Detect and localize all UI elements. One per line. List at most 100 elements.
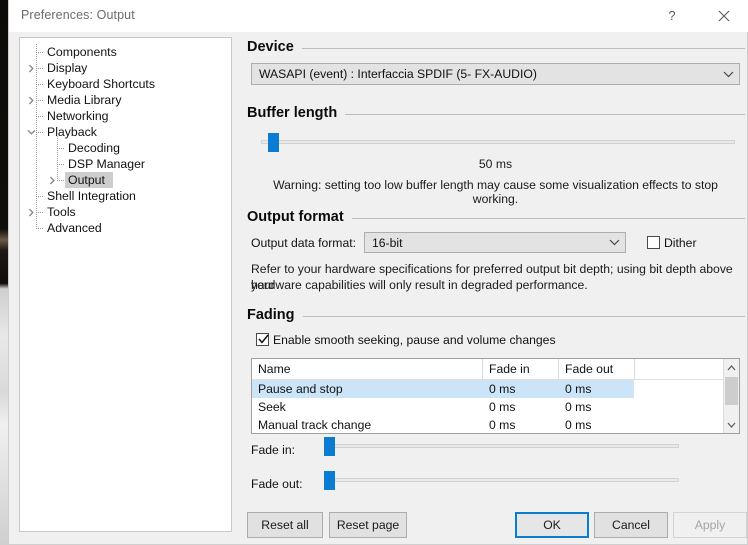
sidebar-item-label: Decoding	[68, 141, 120, 155]
table-scrollbar[interactable]	[723, 359, 739, 433]
sidebar-item-label: Output	[68, 173, 105, 187]
slider-thumb[interactable]	[324, 471, 336, 490]
output-data-format-label: Output data format:	[251, 236, 357, 250]
settings-tree[interactable]: Components Display Keyboard Shortcuts Media…	[19, 37, 232, 532]
output-data-format-select[interactable]: 16-bit	[364, 232, 626, 253]
sidebar-item-display[interactable]: Display	[20, 60, 231, 76]
sidebar-item-label: Playback	[47, 125, 97, 139]
tree-connector-line	[36, 68, 44, 69]
section-rule	[351, 217, 745, 219]
enable-smooth-seeking-checkbox[interactable]	[256, 333, 269, 346]
buffer-section-title: Buffer length	[247, 105, 338, 121]
sidebar-item-shell-integration[interactable]: Shell Integration	[20, 188, 231, 204]
chevron-right-icon[interactable]	[26, 60, 36, 76]
sidebar-item-media-library[interactable]: Media Library	[20, 92, 231, 108]
ok-button[interactable]: OK	[515, 512, 589, 538]
reset-page-button[interactable]: Reset page	[329, 512, 407, 538]
scroll-down-icon[interactable]	[724, 416, 739, 433]
tree-connector-line	[36, 84, 44, 85]
chevron-down-icon[interactable]	[26, 124, 36, 140]
buffer-warning-text: Warning: setting too low buffer length m…	[273, 178, 718, 206]
buffer-length-slider[interactable]	[255, 133, 735, 152]
slider-thumb[interactable]	[324, 437, 336, 456]
slider-track	[325, 444, 679, 448]
sidebar-item-label: DSP Manager	[68, 157, 146, 171]
column-header-fade-out[interactable]: Fade out	[559, 359, 634, 380]
title-bar: Preferences: Output ?	[9, 0, 748, 32]
cancel-button[interactable]: Cancel	[594, 512, 668, 538]
cell-fade-in: 0 ms	[489, 382, 516, 396]
slider-track	[261, 140, 735, 144]
apply-button[interactable]: Apply	[673, 512, 747, 538]
fade-out-slider[interactable]	[319, 471, 679, 490]
help-icon[interactable]: ?	[649, 0, 695, 31]
cell-name: Manual track change	[258, 418, 372, 432]
fading-section-header: Fading	[247, 307, 745, 323]
chevron-right-icon[interactable]	[26, 92, 36, 108]
sidebar-item-networking[interactable]: Networking	[20, 108, 231, 124]
window-title: Preferences: Output	[21, 8, 135, 22]
cell-fade-out: 0 ms	[565, 382, 592, 396]
scroll-up-icon[interactable]	[724, 359, 739, 376]
device-select-value: WASAPI (event) : Interfaccia SPDIF (5- F…	[259, 67, 537, 81]
tree-connector-line	[36, 132, 44, 133]
device-section-title: Device	[247, 39, 294, 55]
buffer-section-header: Buffer length	[247, 105, 745, 121]
sidebar-item-keyboard-shortcuts[interactable]: Keyboard Shortcuts	[20, 76, 231, 92]
slider-thumb[interactable]	[268, 133, 280, 152]
tree-connector-line	[57, 164, 65, 165]
cell-fade-out: 0 ms	[565, 418, 592, 432]
reset-all-button[interactable]: Reset all	[247, 512, 323, 538]
section-rule	[301, 47, 745, 49]
sidebar-item-label: Keyboard Shortcuts	[47, 77, 156, 91]
device-select[interactable]: WASAPI (event) : Interfaccia SPDIF (5- F…	[251, 63, 740, 85]
column-header-name[interactable]: Name	[252, 359, 482, 380]
sidebar-item-decoding[interactable]: Decoding	[20, 140, 231, 156]
cell-fade-in: 0 ms	[489, 418, 516, 432]
section-rule	[345, 113, 745, 115]
buffer-value-label: 50 ms	[478, 157, 513, 171]
cell-fade-in: 0 ms	[489, 400, 516, 414]
table-header-row: Name Fade in Fade out	[252, 359, 739, 380]
dither-checkbox[interactable]	[647, 236, 660, 249]
tree-connector-line	[36, 100, 44, 101]
column-divider[interactable]	[634, 359, 635, 380]
column-header-fade-in[interactable]: Fade in	[483, 359, 558, 380]
sidebar-item-advanced[interactable]: Advanced	[20, 220, 231, 236]
tree-connector-line	[57, 180, 65, 181]
sidebar-item-dsp-manager[interactable]: DSP Manager	[20, 156, 231, 172]
scrollbar-thumb[interactable]	[725, 377, 738, 405]
tree-connector-line	[36, 212, 44, 213]
sidebar-item-playback[interactable]: Playback	[20, 124, 231, 140]
dither-label: Dither	[664, 236, 697, 250]
tree-connector-line	[57, 148, 65, 149]
table-row[interactable]: Seek 0 ms 0 ms	[252, 398, 739, 416]
cell-name: Seek	[258, 400, 286, 414]
sidebar-item-output[interactable]: Output	[20, 172, 231, 188]
chevron-right-icon[interactable]	[26, 204, 36, 220]
settings-pane: Device WASAPI (event) : Interfaccia SPDI…	[241, 33, 745, 533]
tree-connector-line	[36, 228, 44, 229]
output-data-format-value: 16-bit	[372, 235, 403, 250]
fade-in-slider[interactable]	[319, 437, 679, 456]
chevron-down-icon	[717, 71, 739, 78]
slider-track	[325, 478, 679, 482]
fade-out-label: Fade out:	[251, 477, 303, 491]
sidebar-item-components[interactable]: Components	[20, 44, 231, 60]
chevron-down-icon	[603, 239, 625, 246]
sidebar-item-tools[interactable]: Tools	[20, 204, 231, 220]
sidebar-item-label: Media Library	[47, 93, 122, 107]
fading-section-title: Fading	[247, 307, 295, 323]
table-row[interactable]: Pause and stop 0 ms 0 ms	[252, 380, 634, 398]
sidebar-item-label: Components	[47, 45, 117, 59]
fade-table[interactable]: Name Fade in Fade out Pause and stop 0 ms…	[251, 358, 740, 434]
enable-smooth-seeking-label: Enable smooth seeking, pause and volume …	[273, 333, 556, 347]
tree-connector-line	[36, 116, 44, 117]
sidebar-item-label: Shell Integration	[47, 189, 136, 203]
section-rule	[302, 315, 745, 317]
cell-fade-out: 0 ms	[565, 400, 592, 414]
close-icon[interactable]	[701, 0, 747, 31]
chevron-right-icon[interactable]	[47, 172, 57, 188]
sidebar-item-label: Display	[47, 61, 88, 75]
table-row[interactable]: Manual track change 0 ms 0 ms	[252, 416, 739, 433]
